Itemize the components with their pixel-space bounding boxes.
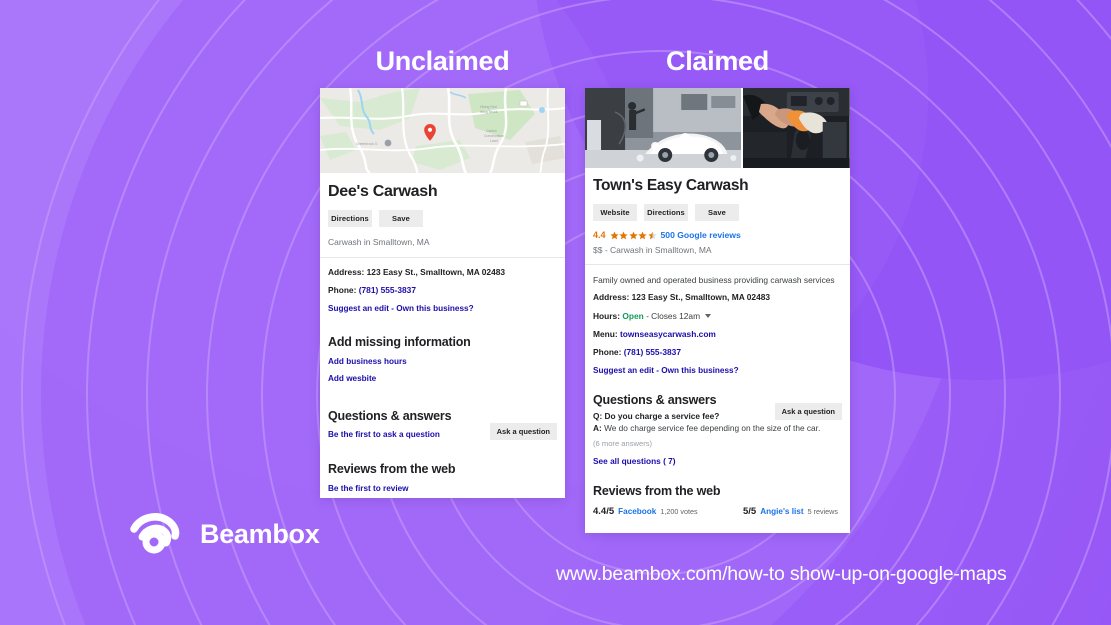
chevron-down-icon[interactable] [705, 314, 712, 319]
svg-text:Greenbrook G: Greenbrook G [356, 142, 378, 146]
address-value: 123 Easy St., Smalltown, MA 02483 [366, 267, 506, 277]
save-button[interactable]: Save [379, 210, 423, 227]
address-row: Address: 123 Easy St., Smalltown, MA 024… [328, 267, 557, 278]
directions-button[interactable]: Directions [644, 204, 688, 221]
rating-value: 4.4 [593, 230, 606, 240]
answer-text: We do charge service fee depending on th… [604, 423, 821, 433]
suggest-edit-link[interactable]: Suggest an edit - Own this business? [328, 304, 557, 313]
photo-gallery [585, 88, 850, 168]
footer-url: www.beambox.com/how-to show-up-on-google… [556, 563, 1007, 585]
web-reviews-row: 4.4/5 Facebook 1,200 votes 5/5 Angie's l… [593, 506, 842, 517]
business-description: Family owned and operated business provi… [593, 275, 835, 285]
unclaimed-business-card: Hiking Red Wing Brook Canton Conservatio… [320, 88, 565, 498]
carwash-photo[interactable] [585, 88, 742, 168]
questions-answers-heading: Questions & answers [593, 392, 717, 407]
claimed-business-card: Town's Easy Carwash Website Directions S… [585, 88, 850, 533]
business-name: Town's Easy Carwash [593, 177, 749, 194]
map-thumbnail[interactable]: Hiking Red Wing Brook Canton Conservatio… [320, 88, 565, 173]
add-website-link[interactable]: Add wesbite [328, 374, 557, 383]
phone-label: Phone: [593, 347, 622, 358]
ask-first-question-link[interactable]: Be the first to ask a question [328, 430, 440, 439]
question-text: Do you charge a service fee? [604, 410, 720, 421]
svg-text:Hiking Red: Hiking Red [480, 105, 497, 109]
review-count: 1,200 votes [660, 507, 698, 517]
phone-row: Phone: (781) 555-3837 [593, 347, 842, 358]
address-row: Address: 123 Easy St., Smalltown, MA 024… [593, 292, 842, 303]
business-name: Dee's Carwash [328, 183, 438, 200]
price-and-category: $$ - Carwash in Smalltown, MA [593, 245, 712, 255]
question-row: Q: Do you charge a service fee? [593, 410, 775, 422]
address-label: Address: [593, 292, 630, 303]
review-count: 5 reviews [807, 507, 838, 517]
add-missing-info-heading: Add missing information [328, 334, 471, 349]
svg-text:Wing Brook: Wing Brook [480, 110, 498, 114]
business-category: Carwash in Smalltown, MA [328, 237, 430, 247]
brand-logo-area: Beambox [130, 512, 320, 556]
address-value: 123 Easy St., Smalltown, MA 02483 [631, 292, 771, 303]
star-rating [609, 230, 657, 240]
save-button[interactable]: Save [695, 204, 739, 221]
ask-a-question-button[interactable]: Ask a question [489, 422, 557, 440]
website-button[interactable]: Website [593, 204, 637, 221]
questions-answers-heading: Questions & answers [328, 408, 452, 423]
review-score: 5/5 [743, 506, 757, 518]
be-first-to-review-link[interactable]: Be the first to review [328, 484, 557, 493]
see-all-questions-link[interactable]: See all questions ( 7) [593, 456, 842, 466]
phone-value[interactable]: (781) 555-3837 [359, 285, 416, 295]
hours-row[interactable]: Hours: Open - Closes 12am [593, 311, 842, 322]
action-button-row: Directions Save [328, 210, 557, 227]
answer-row: A: We do charge service fee depending on… [593, 422, 842, 434]
google-reviews-link[interactable]: 500 Google reviews [661, 230, 741, 240]
review-source[interactable]: Angie's list [760, 507, 803, 516]
column-title-unclaimed: Unclaimed [375, 46, 510, 76]
phone-label: Phone: [328, 285, 357, 296]
column-title-claimed: Claimed [666, 46, 769, 76]
svg-text:Canton: Canton [486, 129, 497, 133]
hours-status: Open [622, 310, 644, 321]
slide-canvas: Unclaimed Claimed Hiking Red Wing Brook … [0, 0, 1111, 625]
review-score: 4.4/5 [593, 506, 615, 518]
directions-button[interactable]: Directions [328, 210, 372, 227]
reviews-from-web-heading: Reviews from the web [328, 461, 456, 476]
answer-label: A: [593, 423, 602, 433]
brand-name: Beambox [200, 518, 320, 549]
hours-label: Hours: [593, 310, 620, 321]
menu-row: Menu: townseasycarwash.com [593, 329, 842, 340]
address-label: Address: [328, 267, 365, 277]
question-label: Q: [593, 410, 603, 421]
interior-detailing-photo[interactable] [741, 88, 850, 168]
svg-text:Conservation: Conservation [484, 134, 504, 138]
phone-row: Phone: (781) 555-3837 [328, 285, 557, 296]
action-button-row: Website Directions Save [593, 204, 842, 221]
beambox-logo-icon [130, 513, 180, 554]
svg-text:Land: Land [490, 139, 498, 143]
review-source[interactable]: Facebook [618, 507, 656, 516]
web-review-item: 5/5 Angie's list 5 reviews [743, 506, 838, 517]
add-business-hours-link[interactable]: Add business hours [328, 357, 557, 366]
menu-label: Menu: [593, 328, 618, 339]
more-answers-note: (6 more answers) [593, 439, 653, 449]
hours-detail: - Closes 12am [646, 310, 701, 321]
ask-a-question-button[interactable]: Ask a question [774, 402, 842, 420]
menu-value[interactable]: townseasycarwash.com [620, 329, 716, 339]
phone-value[interactable]: (781) 555-3837 [624, 347, 681, 357]
reviews-from-web-heading: Reviews from the web [593, 484, 721, 499]
rating-row: 4.4 500 Google reviews [593, 230, 842, 240]
suggest-edit-link[interactable]: Suggest an edit - Own this business? [593, 366, 842, 375]
web-review-item: 4.4/5 Facebook 1,200 votes [593, 506, 743, 517]
